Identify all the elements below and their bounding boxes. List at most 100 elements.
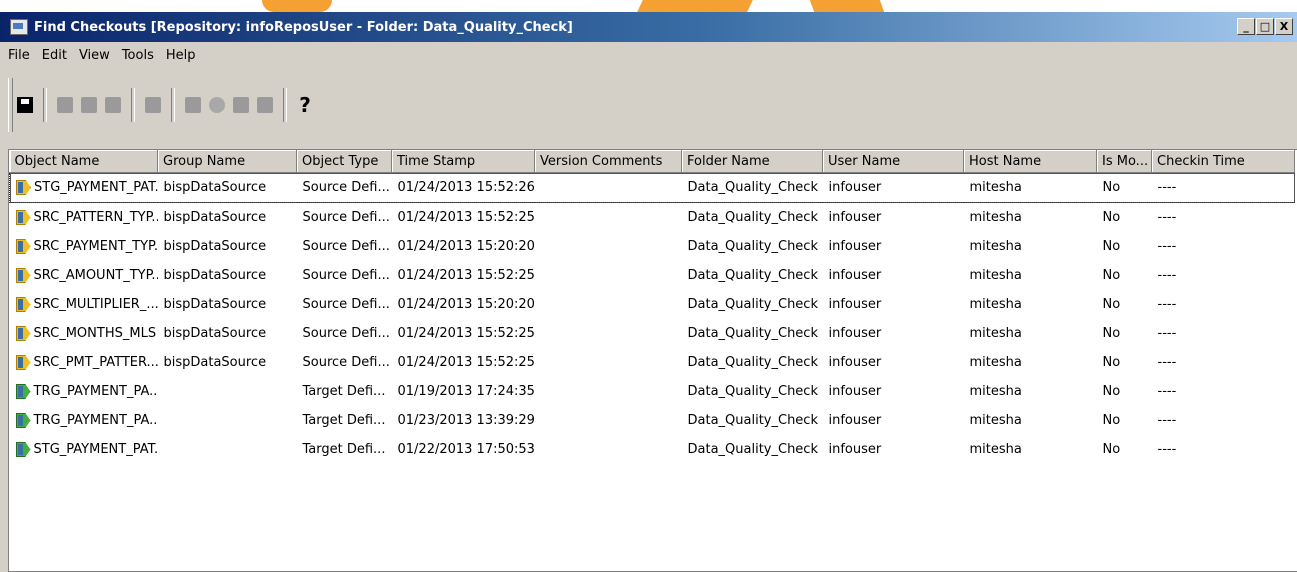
column-header-object-name[interactable]: Object Name [9,150,158,173]
undo-checkout-button[interactable] [77,92,101,118]
compare-button[interactable] [101,92,125,118]
time-stamp-cell: 01/23/2013 13:39:29 [397,413,535,428]
toolbar-buttons: ? [13,88,317,122]
table-row[interactable]: STG_PAYMENT_PAT... Target Defi... 01/22/20… [10,435,1295,464]
is-modified-cell: No [1102,442,1121,457]
checkin-time-cell: ---- [1157,239,1177,254]
source-definition-icon [15,210,31,225]
folder-name-cell: Data_Quality_Check [687,297,818,312]
column-header-checkin-time[interactable]: Checkin Time [1151,150,1295,173]
query-button[interactable] [181,92,205,118]
source-definition-icon [15,268,31,283]
menu-edit[interactable]: Edit [42,48,67,63]
help-button[interactable]: ? [293,92,317,118]
object-name: STG_PAYMENT_PAT... [16,180,158,195]
object-type-cell: Source Defi... [296,172,392,203]
time-stamp-cell: 01/24/2013 15:20:20 [397,297,535,312]
toolbar-separator [43,88,47,122]
column-header-folder-name[interactable]: Folder Name [681,150,823,173]
menu-tools[interactable]: Tools [122,48,154,63]
object-type-cell: Source Defi... [302,239,390,254]
menu-bar: File Edit View Tools Help [0,42,1297,68]
object-name-cell: SRC_PATTERN_TYP... [10,203,158,233]
object-name-cell: SRC_MULTIPLIER_... [10,290,158,319]
save-button[interactable] [13,92,37,118]
user-name-cell: infouser [828,442,882,457]
export-button[interactable] [229,92,253,118]
column-header-object-type[interactable]: Object Type [296,150,392,173]
checkin-time-cell: ---- [1157,384,1177,399]
table-row[interactable]: SRC_MONTHS_MLS bispDataSource Source Defi.… [10,319,1295,348]
checkouts-list[interactable]: Object Name Group Name Object Type Time … [8,149,1297,572]
menu-file[interactable]: File [8,48,30,63]
user-name-cell: infouser [828,384,882,399]
version-comments-cell [535,203,682,233]
source-definition-icon [15,355,31,370]
folder-name-cell: Data_Quality_Check [687,384,818,399]
properties-button[interactable] [253,92,277,118]
table-row[interactable]: SRC_MULTIPLIER_... bispDataSource Source D… [10,290,1295,319]
object-name-cell: SRC_PMT_PATTER... [10,348,158,377]
group-name-cell: bispDataSource [163,239,267,254]
table-row[interactable]: TRG_PAYMENT_PA... Target Defi... 01/19/201… [10,377,1295,406]
close-button[interactable]: X [1275,18,1293,35]
table-row[interactable]: TRG_PAYMENT_PA... Target Defi... 01/23/201… [10,406,1295,435]
title-bar[interactable]: Find Checkouts [Repository: infoReposUse… [0,12,1297,42]
properties-icon [257,97,273,113]
folder-name-cell: Data_Quality_Check [687,268,818,283]
object-type-cell: Source Defi... [302,326,390,341]
table-row[interactable]: SRC_PATTERN_TYP... bispDataSource Source D… [10,203,1295,233]
menu-view[interactable]: View [79,48,110,63]
minimize-button[interactable]: _ [1237,18,1255,35]
is-modified-cell: No [1102,326,1121,341]
object-type-cell: Source Defi... [302,297,390,312]
column-header-time-stamp[interactable]: Time Stamp [391,150,535,173]
column-header-is-modified[interactable]: Is Mo... [1096,150,1152,173]
object-name: SRC_PAYMENT_TYP... [15,239,158,254]
host-name-cell: mitesha [969,210,1022,225]
save-icon [17,97,33,113]
window-app-icon[interactable] [10,19,28,35]
find-checkouts-window: Find Checkouts [Repository: infoReposUse… [0,12,1297,572]
validate-button[interactable] [205,92,229,118]
source-definition-icon [15,326,31,341]
user-name-cell: infouser [828,413,882,428]
folder-name-cell: Data_Quality_Check [687,326,818,341]
is-modified-cell: No [1096,172,1152,203]
object-name: SRC_AMOUNT_TYP... [15,268,158,283]
object-type-cell: Target Defi... [302,384,386,399]
group-name-cell: bispDataSource [163,297,267,312]
view-history-button[interactable] [141,92,165,118]
column-header-version-comments[interactable]: Version Comments [534,150,682,173]
user-name-cell: infouser [828,268,882,283]
toolbar-separator [283,88,287,122]
object-name-cell: STG_PAYMENT_PAT... [10,435,158,464]
watermark-stroke [262,0,332,12]
version-comments-cell [535,232,682,261]
table-row[interactable]: SRC_AMOUNT_TYP... bispDataSource Source De… [10,261,1295,290]
source-definition-icon [16,180,31,195]
version-comments-cell [534,172,682,203]
checkin-button[interactable] [53,92,77,118]
object-name-cell: SRC_MONTHS_MLS [10,319,158,348]
host-name-cell: mitesha [969,239,1022,254]
user-name-cell: infouser [828,210,882,225]
table-row[interactable]: SRC_PMT_PATTER... bispDataSource Source De… [10,348,1295,377]
host-name-cell: mitesha [969,384,1022,399]
checkouts-table: Object Name Group Name Object Type Time … [9,150,1295,464]
maximize-button[interactable]: □ [1256,18,1274,35]
column-header-group-name[interactable]: Group Name [157,150,297,173]
view-history-icon [145,97,161,113]
table-row[interactable]: STG_PAYMENT_PAT... bispDataSource Source D… [9,172,1295,203]
source-definition-icon [15,297,31,312]
table-row[interactable]: SRC_PAYMENT_TYP... bispDataSource Source D… [10,232,1295,261]
object-name: SRC_MULTIPLIER_... [15,297,158,312]
is-modified-cell: No [1102,239,1121,254]
object-name-text: STG_PAYMENT_PAT... [34,180,158,195]
object-name-text: SRC_PAYMENT_TYP... [33,239,158,254]
checkin-time-cell: ---- [1157,210,1177,225]
menu-help[interactable]: Help [166,48,196,63]
folder-name-cell: Data_Quality_Check [687,413,818,428]
column-header-user-name[interactable]: User Name [822,150,964,173]
column-header-host-name[interactable]: Host Name [963,150,1097,173]
